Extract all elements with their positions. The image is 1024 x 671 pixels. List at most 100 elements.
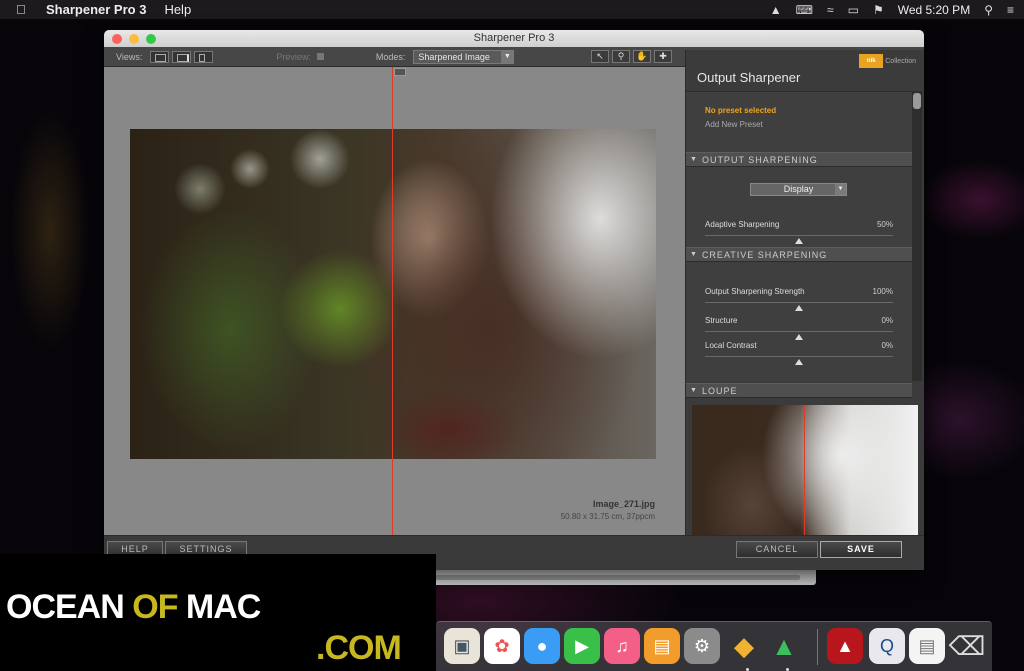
green-app-icon[interactable]: ▲ (766, 628, 802, 664)
quicktime-icon[interactable]: Q (869, 628, 905, 664)
tool-group: ↖ ⚲ ✋ ✚ (588, 50, 672, 63)
slider-value: 0% (881, 341, 893, 350)
slider-label: Adaptive Sharpening (705, 220, 780, 229)
preview-photo[interactable] (130, 129, 656, 459)
pencil-app-icon[interactable]: ◆ (726, 628, 762, 664)
modes-dropdown[interactable]: Sharpened Image ▼ (413, 49, 515, 64)
loupe-view[interactable] (692, 405, 918, 540)
adaptive-sharpening-slider-thumb[interactable] (795, 238, 803, 244)
control-panel: nik Collection Output Sharpener No prese… (685, 50, 924, 555)
loupe-split-line (804, 405, 805, 540)
split-divider-handle[interactable] (394, 68, 406, 76)
airplay-icon[interactable]: ▭ (848, 3, 859, 17)
menu-help[interactable]: Help (164, 2, 191, 17)
panel-scrollbar[interactable] (912, 91, 922, 381)
loupe-title: LOUPE (701, 385, 738, 396)
watermark-ocean: OCEAN (6, 588, 125, 626)
itunes-icon[interactable]: ♫ (604, 628, 640, 664)
menu-extras: ▲ ⌨ ≈ ▭ ⚑ Wed 5:20 PM ⚲ ≡ (770, 3, 1014, 17)
output-sharpening-title: OUTPUT SHARPENING (701, 154, 818, 165)
add-preset-link[interactable]: Add New Preset (705, 120, 763, 129)
zoom-tool-icon[interactable]: ⚲ (612, 50, 630, 63)
loupe-header[interactable]: ▼ LOUPE (686, 383, 912, 398)
window-title: Sharpener Pro 3 (473, 32, 555, 44)
photos-icon[interactable]: ✿ (484, 628, 520, 664)
preview-label: Preview: (276, 51, 311, 62)
cancel-button[interactable]: CANCEL (736, 541, 818, 558)
pointer-tool-icon[interactable]: ↖ (591, 50, 609, 63)
menu-clock[interactable]: Wed 5:20 PM (898, 3, 970, 17)
apple-menu-icon[interactable]:  (16, 2, 32, 17)
watermark-of: OF (132, 588, 178, 626)
keyboard-icon[interactable]: ⌨ (796, 3, 813, 17)
split-divider-line[interactable] (392, 67, 393, 570)
preset-selected-text[interactable]: No preset selected (705, 106, 776, 115)
menu-bar:  Sharpener Pro 3 Help ▲ ⌨ ≈ ▭ ⚑ Wed 5:2… (0, 0, 1024, 19)
messages-icon[interactable]: ● (524, 628, 560, 664)
nik-collection-logo: nik Collection (859, 54, 916, 68)
watermark-line-2: .COM (316, 629, 402, 667)
views-label: Views: (116, 51, 143, 62)
output-strength-slider-thumb[interactable] (795, 305, 803, 311)
spotlight-search-icon[interactable]: ⚲ (984, 3, 993, 17)
finder-doc-icon[interactable]: ▤ (909, 628, 945, 664)
slider-value: 0% (881, 316, 893, 325)
flag-icon[interactable]: ⚑ (873, 3, 884, 17)
system-preferences-icon[interactable]: ⚙ (684, 628, 720, 664)
slider-value: 50% (876, 220, 893, 229)
adaptive-sharpening-slider[interactable] (705, 235, 893, 236)
watermark-line-1: OCEAN OF MAC (6, 588, 261, 627)
image-preview-area[interactable]: Image_271.jpg 50.80 x 31.75 cm, 37ppcm (104, 67, 685, 570)
sharpener-window: Sharpener Pro 3 Views: Preview: Modes: S… (104, 30, 924, 570)
output-sharpening-header[interactable]: ▼ OUTPUT SHARPENING (686, 152, 912, 167)
notification-center-icon[interactable]: ≡ (1007, 3, 1014, 17)
panel-title: Output Sharpener (697, 70, 801, 85)
output-strength-slider[interactable] (705, 302, 893, 303)
triangle-down-icon: ▼ (690, 156, 698, 163)
file-name: Image_271.jpg (592, 499, 655, 509)
single-view-button[interactable] (150, 50, 170, 63)
dock: ▣ ✿ ● ▶ ♫ ▤ ⚙ ◆ ▲ ▲ Q ▤ ⌫ (436, 621, 992, 671)
structure-slider-thumb[interactable] (795, 334, 803, 340)
split-view-button[interactable] (172, 50, 192, 63)
panel-scrollbar-thumb[interactable] (913, 93, 921, 109)
slider-label: Structure (705, 316, 738, 325)
preview-checkbox[interactable] (316, 53, 324, 60)
trash-icon[interactable]: ⌫ (949, 628, 986, 664)
nik-logo-mark: nik (859, 54, 884, 68)
nik-logo-text: Collection (885, 57, 916, 65)
chevron-down-icon: ▼ (835, 184, 846, 195)
watermark: OCEAN OF MAC .COM (0, 554, 436, 671)
facetime-icon[interactable]: ▶ (564, 628, 600, 664)
sharpen-brush-tool-icon[interactable]: ✚ (654, 50, 672, 63)
modes-dropdown-value: Sharpened Image (418, 51, 490, 62)
watermark-mac: MAC (185, 588, 261, 626)
wifi-icon[interactable]: ≈ (827, 3, 834, 17)
triangle-down-icon: ▼ (690, 251, 698, 258)
display-dropdown-value: Display (783, 184, 814, 194)
slider-label: Local Contrast (705, 341, 757, 350)
ibooks-icon[interactable]: ▤ (644, 628, 680, 664)
structure-slider[interactable] (705, 331, 893, 332)
triangle-down-icon: ▼ (690, 387, 698, 394)
dock-separator (817, 629, 818, 665)
location-icon[interactable]: ▲ (770, 3, 782, 17)
local-contrast-slider-thumb[interactable] (795, 359, 803, 365)
local-contrast-slider[interactable] (705, 356, 893, 357)
chevron-down-icon: ▼ (501, 50, 514, 63)
modes-label: Modes: (375, 51, 406, 62)
hand-tool-icon[interactable]: ✋ (633, 50, 651, 63)
slider-label: Output Sharpening Strength (705, 287, 805, 296)
creative-sharpening-header[interactable]: ▼ CREATIVE SHARPENING (686, 247, 912, 262)
acrobat-icon[interactable]: ▲ (827, 628, 863, 664)
display-dropdown[interactable]: Display ▼ (750, 183, 847, 196)
save-button[interactable]: SAVE (820, 541, 902, 558)
slider-value: 100% (872, 287, 893, 296)
settings-scroll-area[interactable]: No preset selected Add New Preset ▼ OUTP… (686, 91, 912, 381)
file-dimensions: 50.80 x 31.75 cm, 37ppcm (560, 512, 655, 521)
menu-app-name[interactable]: Sharpener Pro 3 (46, 2, 146, 17)
title-bar[interactable]: Sharpener Pro 3 (104, 30, 924, 47)
creative-sharpening-title: CREATIVE SHARPENING (701, 249, 828, 260)
side-by-side-view-button[interactable] (194, 50, 214, 63)
preview-icon[interactable]: ▣ (444, 628, 480, 664)
